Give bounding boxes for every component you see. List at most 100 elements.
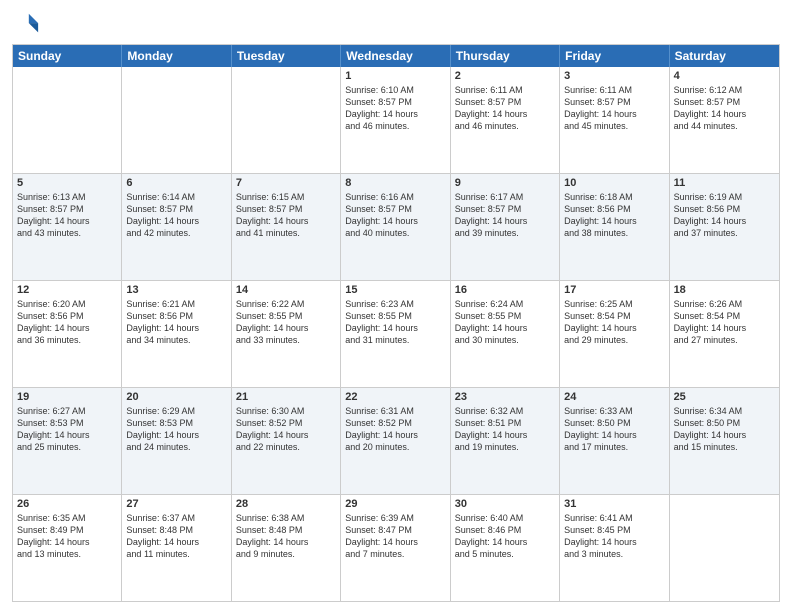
logo-icon — [12, 10, 40, 38]
day-number: 1 — [345, 70, 445, 82]
cell-info: Sunrise: 6:27 AMSunset: 8:53 PMDaylight:… — [17, 405, 117, 454]
cell-info: Sunrise: 6:18 AMSunset: 8:56 PMDaylight:… — [564, 191, 664, 240]
calendar-cell: 21 Sunrise: 6:30 AMSunset: 8:52 PMDayligh… — [232, 388, 341, 494]
calendar-cell: 5 Sunrise: 6:13 AMSunset: 8:57 PMDaylight… — [13, 174, 122, 280]
calendar-cell: 22 Sunrise: 6:31 AMSunset: 8:52 PMDayligh… — [341, 388, 450, 494]
calendar-cell: 18 Sunrise: 6:26 AMSunset: 8:54 PMDayligh… — [670, 281, 779, 387]
day-number: 7 — [236, 177, 336, 189]
calendar-week-5: 26 Sunrise: 6:35 AMSunset: 8:49 PMDayligh… — [13, 495, 779, 601]
cell-info: Sunrise: 6:19 AMSunset: 8:56 PMDaylight:… — [674, 191, 775, 240]
cell-info: Sunrise: 6:25 AMSunset: 8:54 PMDaylight:… — [564, 298, 664, 347]
day-number: 18 — [674, 284, 775, 296]
cell-info: Sunrise: 6:16 AMSunset: 8:57 PMDaylight:… — [345, 191, 445, 240]
cell-info: Sunrise: 6:22 AMSunset: 8:55 PMDaylight:… — [236, 298, 336, 347]
calendar-week-4: 19 Sunrise: 6:27 AMSunset: 8:53 PMDayligh… — [13, 388, 779, 495]
day-number: 10 — [564, 177, 664, 189]
cell-info: Sunrise: 6:24 AMSunset: 8:55 PMDaylight:… — [455, 298, 555, 347]
cell-info: Sunrise: 6:30 AMSunset: 8:52 PMDaylight:… — [236, 405, 336, 454]
header-day-saturday: Saturday — [670, 45, 779, 67]
calendar-cell: 25 Sunrise: 6:34 AMSunset: 8:50 PMDayligh… — [670, 388, 779, 494]
calendar-cell: 7 Sunrise: 6:15 AMSunset: 8:57 PMDaylight… — [232, 174, 341, 280]
calendar-cell: 31 Sunrise: 6:41 AMSunset: 8:45 PMDayligh… — [560, 495, 669, 601]
calendar-cell: 8 Sunrise: 6:16 AMSunset: 8:57 PMDaylight… — [341, 174, 450, 280]
day-number: 20 — [126, 391, 226, 403]
header-day-sunday: Sunday — [13, 45, 122, 67]
day-number: 8 — [345, 177, 445, 189]
day-number: 14 — [236, 284, 336, 296]
day-number: 19 — [17, 391, 117, 403]
day-number: 16 — [455, 284, 555, 296]
calendar-cell: 13 Sunrise: 6:21 AMSunset: 8:56 PMDayligh… — [122, 281, 231, 387]
cell-info: Sunrise: 6:29 AMSunset: 8:53 PMDaylight:… — [126, 405, 226, 454]
calendar-cell: 2Sunrise: 6:11 AMSunset: 8:57 PMDaylight… — [451, 67, 560, 173]
day-number: 22 — [345, 391, 445, 403]
calendar-cell — [670, 495, 779, 601]
cell-info: Sunrise: 6:10 AMSunset: 8:57 PMDaylight:… — [345, 84, 445, 133]
cell-info: Sunrise: 6:17 AMSunset: 8:57 PMDaylight:… — [455, 191, 555, 240]
header-day-friday: Friday — [560, 45, 669, 67]
day-number: 27 — [126, 498, 226, 510]
calendar-cell: 27Sunrise: 6:37 AMSunset: 8:48 PMDayligh… — [122, 495, 231, 601]
day-number: 3 — [564, 70, 664, 82]
calendar-cell — [122, 67, 231, 173]
day-number: 12 — [17, 284, 117, 296]
cell-info: Sunrise: 6:41 AMSunset: 8:45 PMDaylight:… — [564, 512, 664, 561]
day-number: 25 — [674, 391, 775, 403]
calendar-cell: 14 Sunrise: 6:22 AMSunset: 8:55 PMDayligh… — [232, 281, 341, 387]
cell-info: Sunrise: 6:34 AMSunset: 8:50 PMDaylight:… — [674, 405, 775, 454]
calendar-cell: 30Sunrise: 6:40 AMSunset: 8:46 PMDayligh… — [451, 495, 560, 601]
calendar-header: SundayMondayTuesdayWednesdayThursdayFrid… — [13, 45, 779, 67]
day-number: 31 — [564, 498, 664, 510]
cell-info: Sunrise: 6:13 AMSunset: 8:57 PMDaylight:… — [17, 191, 117, 240]
header-day-monday: Monday — [122, 45, 231, 67]
header — [12, 10, 780, 38]
cell-info: Sunrise: 6:38 AMSunset: 8:48 PMDaylight:… — [236, 512, 336, 561]
page: SundayMondayTuesdayWednesdayThursdayFrid… — [0, 0, 792, 612]
day-number: 6 — [126, 177, 226, 189]
calendar-cell: 26 Sunrise: 6:35 AMSunset: 8:49 PMDayligh… — [13, 495, 122, 601]
cell-info: Sunrise: 6:32 AMSunset: 8:51 PMDaylight:… — [455, 405, 555, 454]
calendar-cell: 9Sunrise: 6:17 AMSunset: 8:57 PMDaylight… — [451, 174, 560, 280]
day-number: 21 — [236, 391, 336, 403]
cell-info: Sunrise: 6:35 AMSunset: 8:49 PMDaylight:… — [17, 512, 117, 561]
day-number: 26 — [17, 498, 117, 510]
cell-info: Sunrise: 6:12 AMSunset: 8:57 PMDaylight:… — [674, 84, 775, 133]
calendar-cell: 11 Sunrise: 6:19 AMSunset: 8:56 PMDayligh… — [670, 174, 779, 280]
cell-info: Sunrise: 6:26 AMSunset: 8:54 PMDaylight:… — [674, 298, 775, 347]
day-number: 17 — [564, 284, 664, 296]
header-day-wednesday: Wednesday — [341, 45, 450, 67]
calendar-week-2: 5 Sunrise: 6:13 AMSunset: 8:57 PMDaylight… — [13, 174, 779, 281]
calendar-cell: 29Sunrise: 6:39 AMSunset: 8:47 PMDayligh… — [341, 495, 450, 601]
calendar-cell: 4Sunrise: 6:12 AMSunset: 8:57 PMDaylight… — [670, 67, 779, 173]
day-number: 2 — [455, 70, 555, 82]
day-number: 15 — [345, 284, 445, 296]
calendar-cell: 15 Sunrise: 6:23 AMSunset: 8:55 PMDayligh… — [341, 281, 450, 387]
day-number: 5 — [17, 177, 117, 189]
day-number: 11 — [674, 177, 775, 189]
calendar-cell: 1 Sunrise: 6:10 AMSunset: 8:57 PMDaylight… — [341, 67, 450, 173]
calendar-cell: 23Sunrise: 6:32 AMSunset: 8:51 PMDayligh… — [451, 388, 560, 494]
calendar-cell: 3 Sunrise: 6:11 AMSunset: 8:57 PMDaylight… — [560, 67, 669, 173]
cell-info: Sunrise: 6:20 AMSunset: 8:56 PMDaylight:… — [17, 298, 117, 347]
logo — [12, 10, 42, 38]
cell-info: Sunrise: 6:31 AMSunset: 8:52 PMDaylight:… — [345, 405, 445, 454]
day-number: 29 — [345, 498, 445, 510]
calendar: SundayMondayTuesdayWednesdayThursdayFrid… — [12, 44, 780, 602]
cell-info: Sunrise: 6:23 AMSunset: 8:55 PMDaylight:… — [345, 298, 445, 347]
calendar-cell: 16 Sunrise: 6:24 AMSunset: 8:55 PMDayligh… — [451, 281, 560, 387]
day-number: 24 — [564, 391, 664, 403]
calendar-cell: 19 Sunrise: 6:27 AMSunset: 8:53 PMDayligh… — [13, 388, 122, 494]
calendar-cell — [232, 67, 341, 173]
calendar-cell: 6 Sunrise: 6:14 AMSunset: 8:57 PMDaylight… — [122, 174, 231, 280]
day-number: 28 — [236, 498, 336, 510]
day-number: 30 — [455, 498, 555, 510]
calendar-cell: 17 Sunrise: 6:25 AMSunset: 8:54 PMDayligh… — [560, 281, 669, 387]
header-day-tuesday: Tuesday — [232, 45, 341, 67]
calendar-cell: 10 Sunrise: 6:18 AMSunset: 8:56 PMDayligh… — [560, 174, 669, 280]
cell-info: Sunrise: 6:14 AMSunset: 8:57 PMDaylight:… — [126, 191, 226, 240]
calendar-cell: 28 Sunrise: 6:38 AMSunset: 8:48 PMDayligh… — [232, 495, 341, 601]
cell-info: Sunrise: 6:11 AMSunset: 8:57 PMDaylight:… — [564, 84, 664, 133]
day-number: 13 — [126, 284, 226, 296]
cell-info: Sunrise: 6:15 AMSunset: 8:57 PMDaylight:… — [236, 191, 336, 240]
cell-info: Sunrise: 6:21 AMSunset: 8:56 PMDaylight:… — [126, 298, 226, 347]
